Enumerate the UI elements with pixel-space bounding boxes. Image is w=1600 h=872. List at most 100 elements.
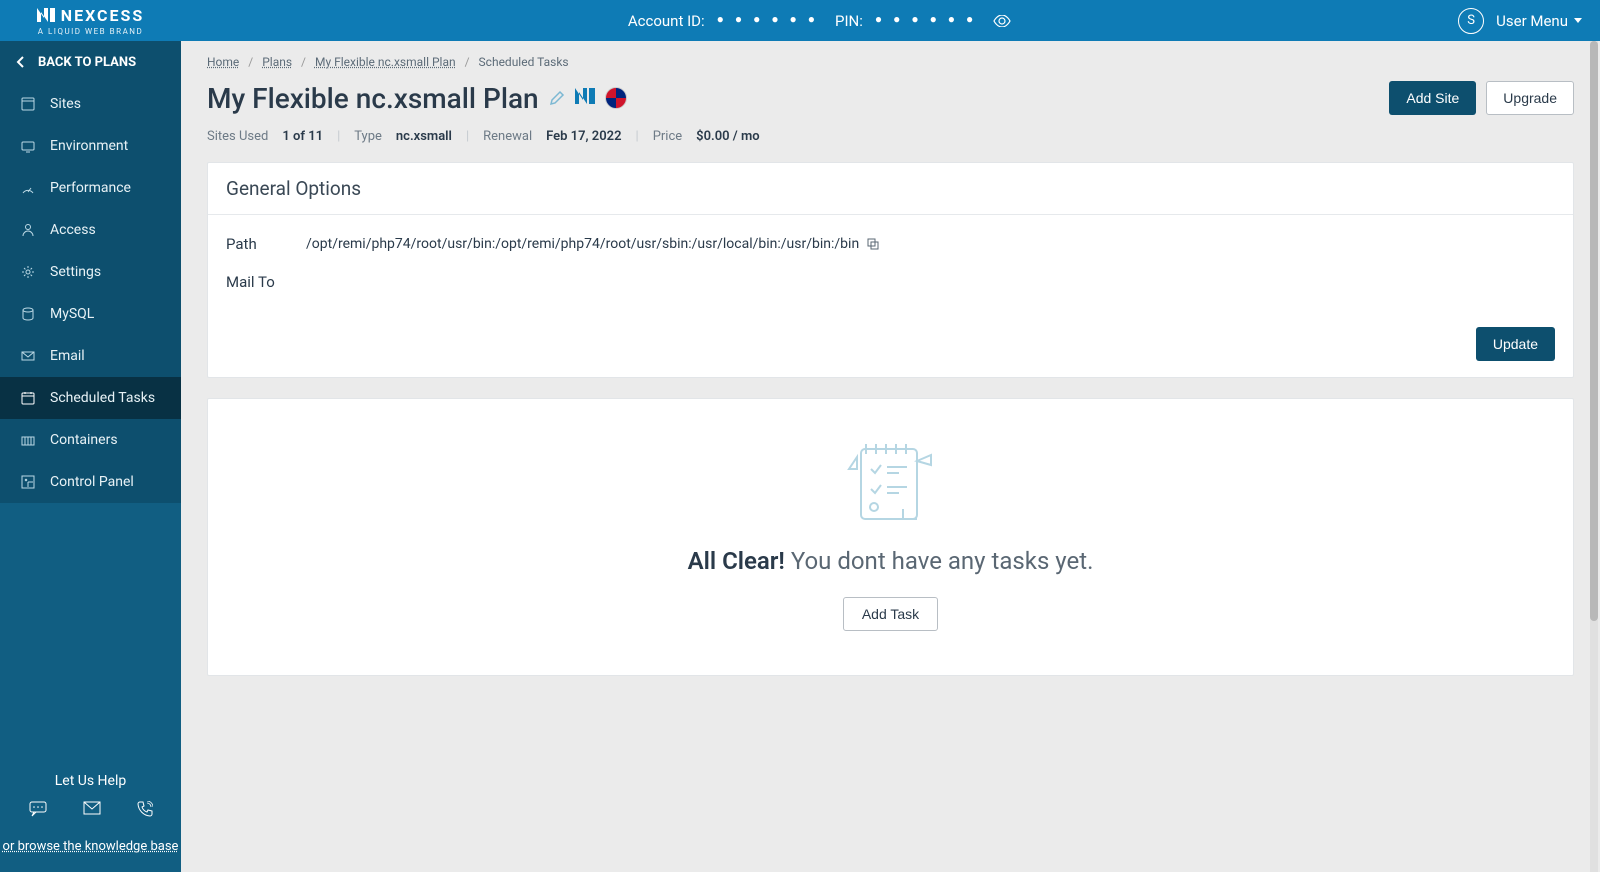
mail-icon[interactable] (83, 801, 101, 817)
scrollbar-thumb[interactable] (1590, 41, 1598, 621)
phone-icon[interactable] (137, 801, 153, 817)
type-label: Type (354, 129, 382, 144)
breadcrumb-sep: / (248, 55, 253, 69)
database-icon (20, 306, 36, 322)
empty-rest: You dont have any tasks yet. (785, 547, 1094, 575)
sidebar-item-label: Sites (50, 96, 81, 112)
sidebar-item-settings[interactable]: Settings (0, 251, 181, 293)
sidebar-item-label: MySQL (50, 306, 94, 322)
sidebar-item-label: Access (50, 222, 96, 238)
breadcrumb-home[interactable]: Home (207, 55, 239, 69)
calendar-icon (20, 390, 36, 406)
nexcess-mark-icon (37, 8, 55, 22)
nexcess-badge-icon (575, 88, 595, 108)
general-options-card: General Options Path /opt/remi/php74/roo… (207, 162, 1574, 378)
sidebar-item-label: Performance (50, 180, 131, 196)
breadcrumb-plan[interactable]: My Flexible nc.xsmall Plan (315, 55, 456, 69)
add-task-button[interactable]: Add Task (843, 597, 938, 631)
mailto-label: Mail To (226, 273, 306, 291)
main-content: Home / Plans / My Flexible nc.xsmall Pla… (181, 41, 1600, 872)
add-site-button[interactable]: Add Site (1389, 81, 1476, 115)
help-section: Let Us Help (0, 759, 181, 831)
back-label: BACK TO PLANS (38, 55, 136, 70)
pin-label: PIN: (835, 12, 863, 30)
sidebar-item-containers[interactable]: Containers (0, 419, 181, 461)
sidebar-item-label: Environment (50, 138, 128, 154)
brand-tagline: A LIQUID WEB BRAND (38, 27, 144, 36)
renewal-value: Feb 17, 2022 (546, 129, 621, 144)
sidebar-item-label: Control Panel (50, 474, 134, 490)
performance-icon (20, 180, 36, 196)
sidebar-item-email[interactable]: Email (0, 335, 181, 377)
eye-icon[interactable] (993, 15, 1011, 27)
meta-sep: | (466, 129, 469, 144)
tasks-empty-card: All Clear! You dont have any tasks yet. … (207, 398, 1574, 676)
back-to-plans-button[interactable]: BACK TO PLANS (0, 41, 181, 83)
sidebar-item-sites[interactable]: Sites (0, 83, 181, 125)
sidebar-item-scheduled-tasks[interactable]: Scheduled Tasks (0, 377, 181, 419)
upgrade-button[interactable]: Upgrade (1486, 81, 1574, 115)
breadcrumb-current: Scheduled Tasks (479, 55, 569, 69)
pin-masked: ● ● ● ● ● ● (875, 12, 977, 26)
user-menu-button[interactable]: User Menu (1496, 12, 1582, 30)
sites-used-value: 1 of 11 (282, 129, 323, 144)
breadcrumb-plans[interactable]: Plans (262, 55, 292, 69)
copy-icon[interactable] (867, 238, 879, 250)
uk-flag-icon (605, 87, 627, 109)
breadcrumb-sep: / (301, 55, 306, 69)
user-menu-label: User Menu (1496, 12, 1568, 30)
renewal-label: Renewal (483, 129, 532, 144)
sidebar-item-label: Containers (50, 432, 118, 448)
account-id-label: Account ID: (628, 12, 705, 30)
page-title: My Flexible nc.xsmall Plan (207, 82, 539, 115)
account-id-masked: ● ● ● ● ● ● (717, 12, 819, 26)
sidebar-item-label: Email (50, 348, 85, 364)
breadcrumb: Home / Plans / My Flexible nc.xsmall Pla… (207, 55, 1574, 69)
control-panel-icon (20, 474, 36, 490)
knowledge-base-link[interactable]: or browse the knowledge base (3, 839, 179, 854)
help-title: Let Us Help (0, 773, 181, 789)
meta-sep: | (337, 129, 340, 144)
edit-icon[interactable] (549, 90, 565, 106)
avatar[interactable]: S (1458, 8, 1484, 34)
empty-illustration-icon (208, 439, 1573, 529)
price-label: Price (653, 129, 682, 144)
brand-logo[interactable]: NEXCESS A LIQUID WEB BRAND (0, 0, 181, 41)
environment-icon (20, 138, 36, 154)
path-value: /opt/remi/php74/root/usr/bin:/opt/remi/p… (306, 236, 859, 252)
chevron-left-icon (16, 56, 24, 68)
empty-text: All Clear! You dont have any tasks yet. (208, 547, 1573, 575)
sidebar-item-label: Settings (50, 264, 101, 280)
update-button[interactable]: Update (1476, 327, 1555, 361)
topbar: NEXCESS A LIQUID WEB BRAND Account ID: ●… (0, 0, 1600, 41)
brand-name: NEXCESS (61, 6, 144, 25)
sidebar-item-access[interactable]: Access (0, 209, 181, 251)
plan-meta: Sites Used 1 of 11 | Type nc.xsmall | Re… (207, 129, 1574, 144)
price-value: $0.00 / mo (696, 129, 759, 144)
type-value: nc.xsmall (396, 129, 452, 144)
account-info: Account ID: ● ● ● ● ● ● PIN: ● ● ● ● ● ● (181, 12, 1458, 30)
path-label: Path (226, 235, 306, 253)
card-header: General Options (208, 163, 1573, 215)
email-icon (20, 348, 36, 364)
sidebar-spacer (0, 503, 181, 759)
meta-sep: | (636, 129, 639, 144)
chat-icon[interactable] (29, 801, 47, 817)
sidebar-item-control-panel[interactable]: Control Panel (0, 461, 181, 503)
sites-used-label: Sites Used (207, 129, 268, 144)
sidebar-item-environment[interactable]: Environment (0, 125, 181, 167)
sidebar-item-label: Scheduled Tasks (50, 390, 155, 406)
scrollbar[interactable] (1590, 41, 1598, 872)
settings-icon (20, 264, 36, 280)
sidebar-item-performance[interactable]: Performance (0, 167, 181, 209)
sidebar-item-mysql[interactable]: MySQL (0, 293, 181, 335)
chevron-down-icon (1574, 18, 1582, 23)
topbar-right: S User Menu (1458, 8, 1582, 34)
empty-strong: All Clear! (688, 547, 785, 575)
access-icon (20, 222, 36, 238)
container-icon (20, 432, 36, 448)
avatar-initial: S (1467, 13, 1475, 28)
breadcrumb-sep: / (465, 55, 470, 69)
sites-icon (20, 96, 36, 112)
kb-link-section: or browse the knowledge base (0, 831, 181, 872)
